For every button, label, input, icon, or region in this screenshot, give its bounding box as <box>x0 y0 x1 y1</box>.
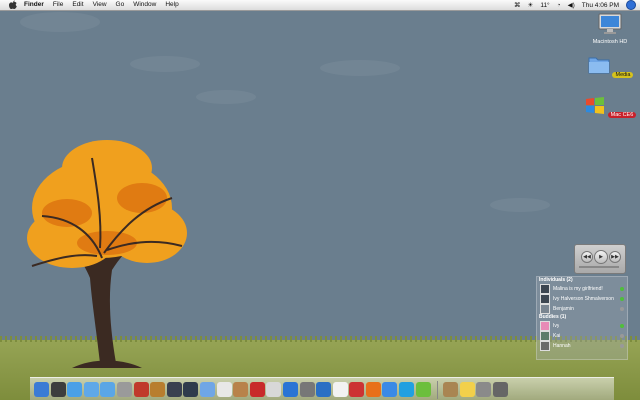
itunes-widget: ◀◀ ▶ ▶▶ <box>574 244 626 274</box>
apple-menu-icon[interactable] <box>8 0 18 10</box>
safari-icon[interactable] <box>100 382 116 397</box>
cloud <box>490 198 550 212</box>
buddy-list: Individuals (2) Malina is my girlfriend!… <box>536 276 628 360</box>
address-book-icon[interactable] <box>233 382 249 397</box>
contact-name: Ivy Halverson Shmalverson <box>553 296 614 302</box>
group-header-buddies[interactable]: Buddies (1) <box>537 314 627 321</box>
autumn-tree <box>27 140 187 368</box>
contact-name: Kai <box>553 333 561 339</box>
status-indicator <box>620 344 624 348</box>
temperature[interactable]: 11° <box>540 2 549 9</box>
desktop-icon-media[interactable]: Media <box>580 52 640 78</box>
contact-name: Malina is my girlfriend! <box>553 286 603 292</box>
avatar <box>540 341 550 351</box>
contact-row[interactable]: Hannah <box>537 341 627 351</box>
desktop-icon-label: Macintosh HD <box>592 39 628 45</box>
camera-icon[interactable] <box>299 382 315 397</box>
globe-icon[interactable] <box>316 382 332 397</box>
dock <box>30 377 614 400</box>
cloud <box>130 56 200 72</box>
dock-separator <box>437 380 439 399</box>
ichat-icon[interactable] <box>382 382 398 397</box>
menu-window[interactable]: Window <box>133 0 156 10</box>
skype-icon[interactable] <box>399 382 415 397</box>
status-indicator <box>620 324 624 328</box>
contact-row[interactable]: Malina is my girlfriend! <box>537 284 627 294</box>
avatar <box>540 321 550 331</box>
desktop-icon-macintosh-hd[interactable]: Macintosh HD <box>580 12 640 45</box>
volume-icon[interactable]: ◀) <box>568 1 575 9</box>
menu-extras: ⌘ ☀ 11° ◔ ◀) Thu 4:06 PM <box>507 0 636 10</box>
documents-icon[interactable] <box>443 382 459 397</box>
clock[interactable]: Thu 4:06 PM <box>582 2 619 9</box>
imovie-icon[interactable] <box>166 382 182 397</box>
final-cut-icon[interactable] <box>183 382 199 397</box>
textedit-icon[interactable] <box>332 382 348 397</box>
menu-edit[interactable]: Edit <box>72 0 83 10</box>
desktop-icon-label: Media <box>612 72 634 78</box>
garageband-icon[interactable] <box>150 382 166 397</box>
menu-bar: Finder File Edit View Go Window Help ⌘ ☀… <box>0 0 640 11</box>
acrobat-icon[interactable] <box>249 382 265 397</box>
hard-drive-icon <box>598 13 622 34</box>
next-track-button[interactable]: ▶▶ <box>609 251 621 263</box>
weather-icon[interactable]: ☀ <box>527 1 533 9</box>
status-indicator <box>620 297 624 301</box>
windows-logo-icon <box>585 97 604 114</box>
previous-track-button[interactable]: ◀◀ <box>581 251 593 263</box>
contact-row[interactable]: Benjamin <box>537 304 627 314</box>
iphoto-icon[interactable] <box>199 382 215 397</box>
cloud <box>320 60 400 76</box>
menu-finder[interactable]: Finder <box>24 0 44 10</box>
menu-help[interactable]: Help <box>165 0 178 10</box>
status-indicator <box>620 307 624 311</box>
itunes-store-icon[interactable] <box>282 382 298 397</box>
contact-name: Hannah <box>553 343 571 349</box>
contact-row[interactable]: Ivy <box>537 321 627 331</box>
contact-row[interactable]: Kai <box>537 331 627 341</box>
contact-name: Benjamin <box>553 306 574 312</box>
group-header-individuals[interactable]: Individuals (2) <box>537 277 627 284</box>
menu-view[interactable]: View <box>93 0 107 10</box>
trash-icon[interactable] <box>493 382 509 397</box>
contact-row[interactable]: Ivy Halverson Shmalverson <box>537 294 627 304</box>
menu-go[interactable]: Go <box>116 0 125 10</box>
flash-icon[interactable] <box>349 382 365 397</box>
folder-icon <box>588 57 610 74</box>
system-preferences-icon[interactable] <box>476 382 492 397</box>
photo-booth-icon[interactable] <box>133 382 149 397</box>
volume-slider[interactable] <box>579 266 619 268</box>
finder-icon[interactable] <box>34 382 49 397</box>
desktop-icon-mac-ce6[interactable]: Mac CE6 <box>580 96 640 118</box>
dashboard-icon[interactable] <box>50 382 66 397</box>
avatar <box>540 284 550 294</box>
stickies-icon[interactable] <box>459 382 475 397</box>
sync-icon[interactable] <box>116 382 132 397</box>
quicktime-icon[interactable] <box>266 382 282 397</box>
play-button[interactable]: ▶ <box>594 250 608 264</box>
avatar <box>540 331 550 341</box>
avatar <box>540 294 550 304</box>
mail-icon[interactable] <box>83 382 99 397</box>
contact-name: Ivy <box>553 323 560 329</box>
cloud <box>20 12 100 32</box>
itunes-icon[interactable] <box>67 382 83 397</box>
wifi-icon[interactable]: ◔ <box>557 2 561 9</box>
status-indicator <box>620 287 624 291</box>
desktop-icon-label: Mac CE6 <box>607 112 637 118</box>
status-item-icon[interactable]: ⌘ <box>514 1 521 9</box>
android-icon[interactable] <box>415 382 431 397</box>
status-indicator <box>620 334 624 338</box>
avatar <box>540 304 550 314</box>
firefox-icon[interactable] <box>365 382 381 397</box>
cloud <box>196 90 256 104</box>
menu-file[interactable]: File <box>53 0 63 10</box>
spotlight-icon[interactable] <box>626 0 636 10</box>
ical-icon[interactable] <box>216 382 232 397</box>
desktop: Macintosh HD Media Mac CE6 ◀◀ ▶ ▶▶ Indiv… <box>0 0 640 400</box>
